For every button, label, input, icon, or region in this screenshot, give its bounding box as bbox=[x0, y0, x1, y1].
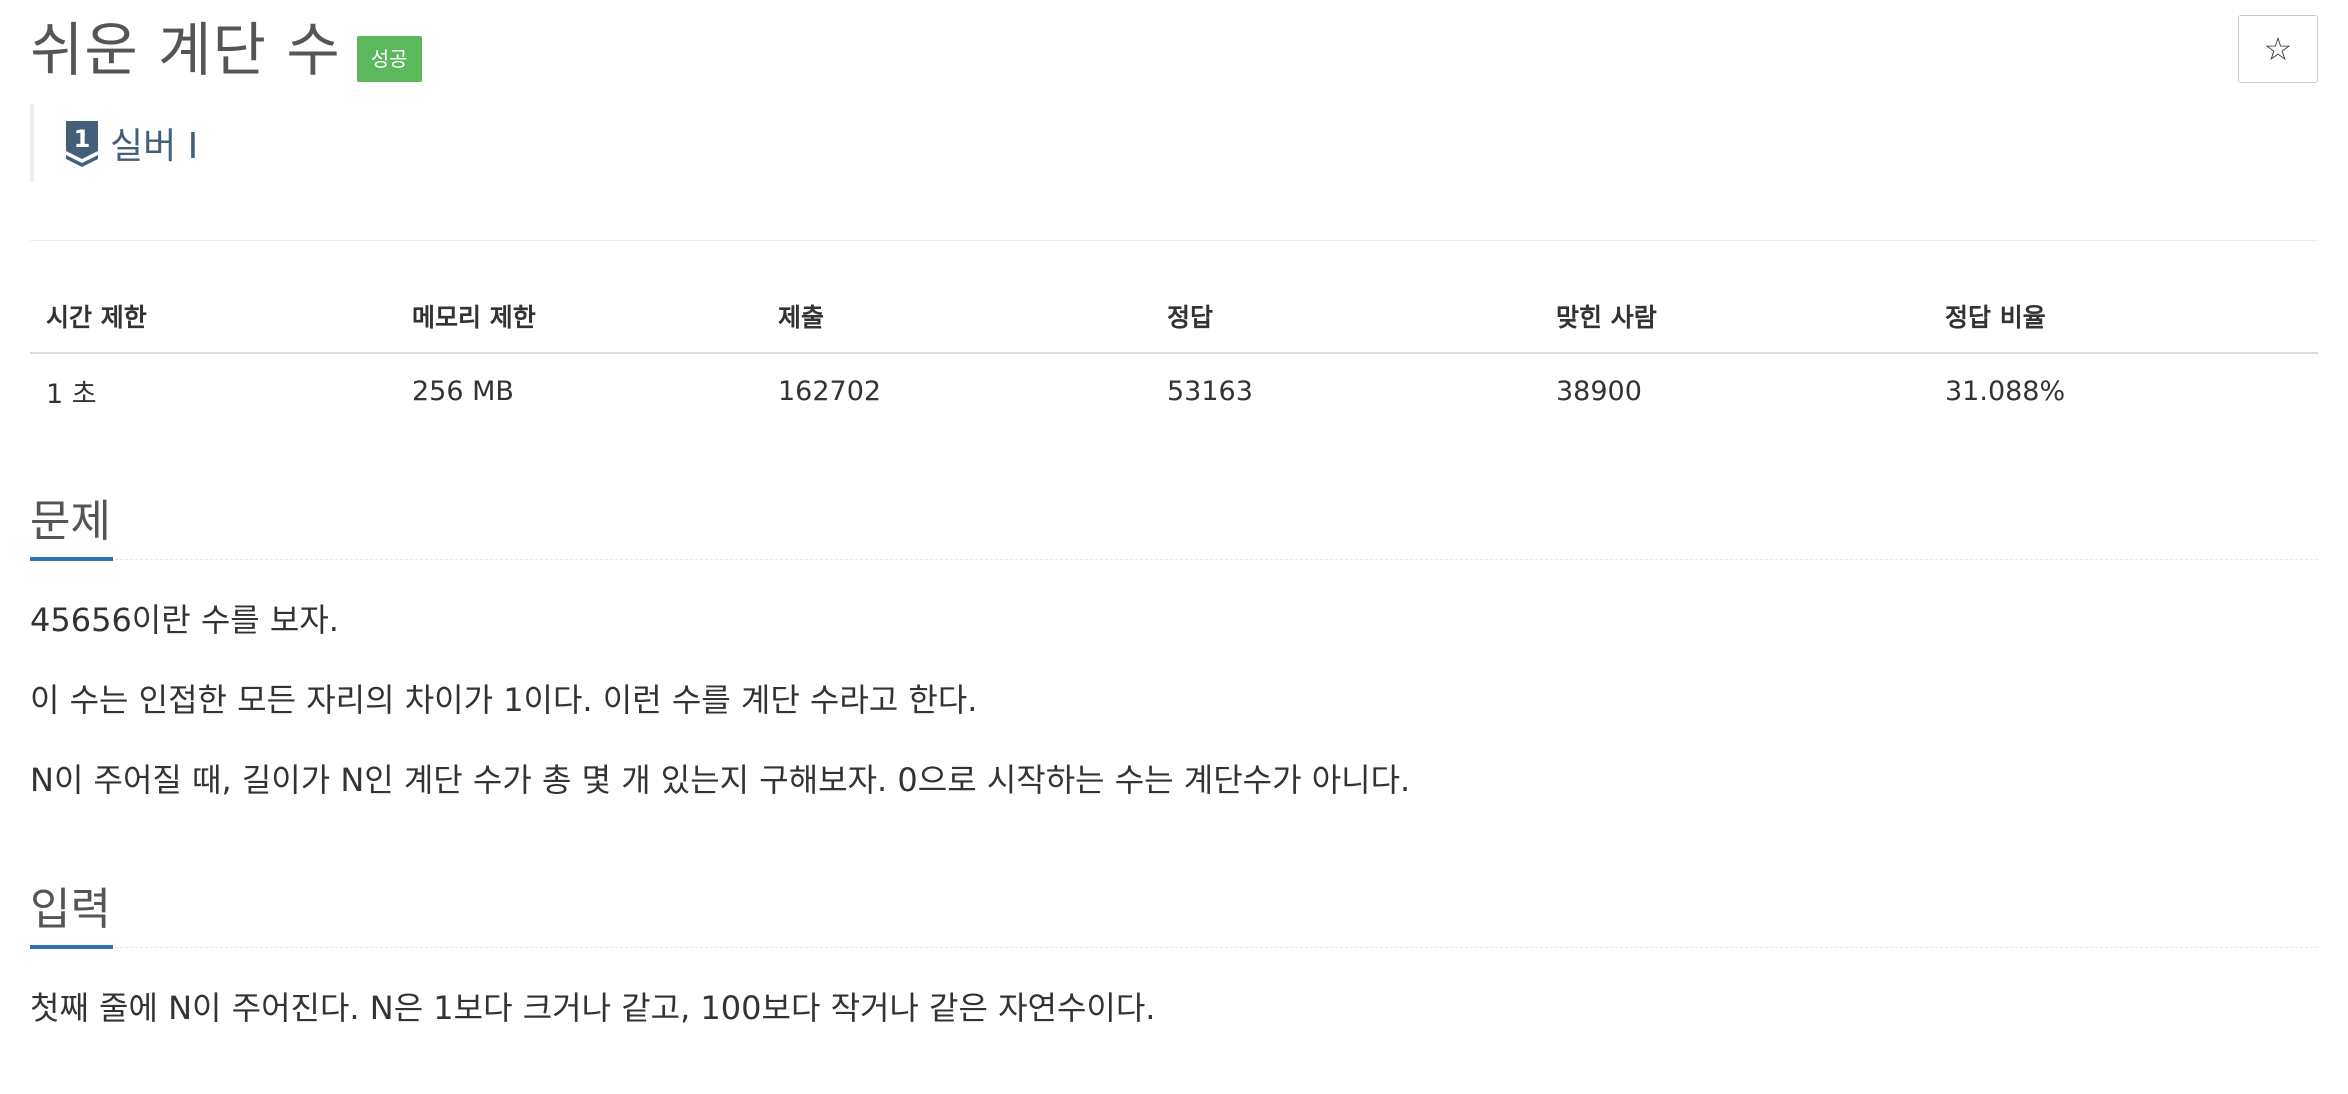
tier-block[interactable]: 1 실버 I bbox=[30, 104, 198, 182]
result-badge[interactable]: 성공 bbox=[356, 36, 422, 82]
star-icon: ☆ bbox=[2263, 31, 2293, 67]
problem-section-title: 문제 bbox=[30, 487, 113, 561]
problem-title: 쉬운 계단 수 bbox=[30, 16, 341, 84]
problem-description-section: 문제 45656이란 수를 보자. 이 수는 인접한 모든 자리의 차이가 1이… bbox=[30, 480, 2318, 836]
title-divider bbox=[30, 240, 2318, 241]
section-header: 입력 bbox=[30, 868, 2318, 949]
stats-header-solved-users: 맞힌 사람 bbox=[1540, 280, 1929, 354]
stats-header-time-limit: 시간 제한 bbox=[30, 280, 396, 354]
input-paragraph: 첫째 줄에 N이 주어진다. N은 1보다 크거나 같고, 100보다 작거나 … bbox=[30, 989, 1156, 1027]
problem-paragraph: N이 주어질 때, 길이가 N인 계단 수가 총 몇 개 있는지 구해보자. 0… bbox=[30, 761, 1411, 799]
stats-value-accepted[interactable]: 53163 bbox=[1151, 353, 1540, 429]
title-row: 쉬운 계단 수 성공 bbox=[30, 10, 422, 90]
silver-tier-icon: 1 bbox=[64, 119, 100, 167]
stats-header-memory-limit: 메모리 제한 bbox=[396, 280, 762, 354]
input-section: 입력 첫째 줄에 N이 주어진다. N은 1보다 크거나 같고, 100보다 작… bbox=[30, 868, 2318, 1064]
tier-number: 1 bbox=[74, 125, 91, 153]
input-section-body: 첫째 줄에 N이 주어진다. N은 1보다 크거나 같고, 100보다 작거나 … bbox=[30, 948, 2318, 1032]
stats-value-accept-ratio: 31.088% bbox=[1945, 376, 2066, 407]
stats-header-submissions: 제출 bbox=[762, 280, 1151, 354]
problem-stats-table: 시간 제한 메모리 제한 제출 정답 맞힌 사람 정답 비율 1 초 256 M… bbox=[30, 280, 2318, 429]
stats-header-row: 시간 제한 메모리 제한 제출 정답 맞힌 사람 정답 비율 bbox=[30, 280, 2318, 354]
problem-paragraph: 이 수는 인접한 모든 자리의 차이가 1이다. 이런 수를 계단 수라고 한다… bbox=[30, 681, 978, 719]
stats-value-memory-limit: 256 MB bbox=[412, 376, 514, 407]
input-section-title: 입력 bbox=[30, 875, 113, 949]
problem-paragraph: 45656이란 수를 보자. bbox=[30, 601, 339, 639]
stats-header-accepted: 정답 bbox=[1151, 280, 1540, 354]
favorite-star-button[interactable]: ☆ bbox=[2238, 15, 2318, 83]
stats-value-time-limit: 1 초 bbox=[46, 379, 97, 410]
stats-value-solved-users[interactable]: 38900 bbox=[1540, 353, 1929, 429]
stats-value-row: 1 초 256 MB 162702 53163 38900 31.088% bbox=[30, 353, 2318, 429]
problem-section-body: 45656이란 수를 보자. 이 수는 인접한 모든 자리의 차이가 1이다. … bbox=[30, 560, 2318, 804]
tier-label: 실버 I bbox=[110, 126, 199, 167]
stats-header-accept-ratio: 정답 비율 bbox=[1929, 280, 2318, 354]
section-header: 문제 bbox=[30, 480, 2318, 561]
stats-value-submissions[interactable]: 162702 bbox=[762, 353, 1151, 429]
problem-page: 쉬운 계단 수 성공 ☆ 1 실버 I 시간 제한 메모리 제한 제출 정답 맞… bbox=[0, 0, 2348, 1094]
